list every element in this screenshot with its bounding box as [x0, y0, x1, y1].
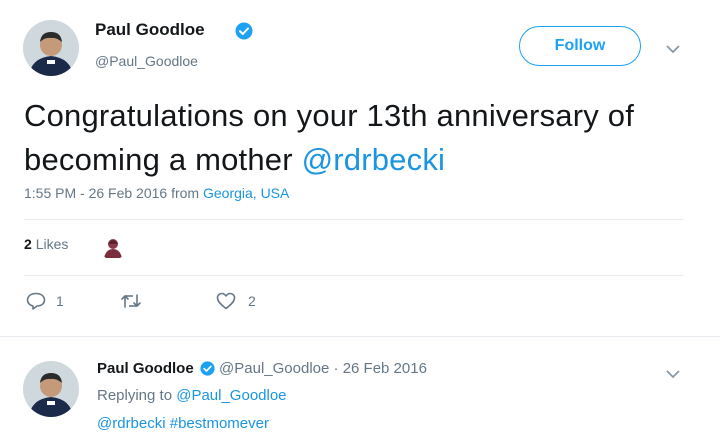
chevron-down-icon[interactable]	[666, 41, 680, 59]
tweet-text: Congratulations on your 13th anniversary…	[24, 94, 704, 182]
likes-count: 2	[24, 236, 32, 252]
divider-thread	[0, 336, 720, 337]
verified-badge-icon	[200, 360, 215, 378]
reply-author-handle[interactable]: @Paul_Goodloe	[219, 360, 329, 377]
reply-author-avatar[interactable]	[23, 361, 79, 417]
replying-handle-link[interactable]: @Paul_Goodloe	[176, 387, 286, 404]
tweet-time[interactable]: 1:55 PM - 26 Feb 2016 from	[24, 185, 203, 201]
reply-hashtag-link[interactable]: #bestmomever	[170, 415, 269, 432]
reply-date[interactable]: 26 Feb 2016	[343, 360, 427, 377]
tweet-mention-link[interactable]: @rdrbecki	[302, 142, 446, 177]
divider-bottom	[24, 275, 684, 276]
reply-text: @rdrbecki #bestmomever	[97, 415, 269, 432]
author-handle[interactable]: @Paul_Goodloe	[95, 53, 198, 69]
retweet-action[interactable]	[120, 293, 142, 309]
reply-icon[interactable]	[26, 292, 46, 310]
heart-icon[interactable]	[216, 292, 236, 310]
retweet-icon[interactable]	[120, 293, 142, 309]
chevron-down-icon[interactable]	[666, 366, 680, 384]
author-avatar[interactable]	[23, 20, 79, 76]
divider-top	[24, 219, 684, 220]
reply-author-name[interactable]: Paul Goodloe	[97, 360, 194, 377]
likes-label: Likes	[35, 236, 69, 252]
reply-count: 1	[56, 293, 64, 309]
author-name[interactable]: Paul Goodloe	[95, 20, 205, 40]
replying-to: Replying to @Paul_Goodloe	[97, 387, 287, 404]
liker-avatar[interactable]	[100, 234, 126, 260]
replying-prefix: Replying to	[97, 387, 177, 404]
like-count: 2	[248, 293, 256, 309]
likes-summary[interactable]: 2 Likes	[24, 236, 68, 252]
reply-separator: ·	[333, 360, 339, 377]
reply-action[interactable]: 1	[26, 292, 64, 310]
follow-button[interactable]: Follow	[519, 26, 641, 66]
reply-header: Paul Goodloe @Paul_Goodloe · 26 Feb 2016	[97, 360, 427, 378]
reply-mention-link[interactable]: @rdrbecki	[97, 415, 166, 432]
like-action[interactable]: 2	[216, 292, 256, 310]
tweet-location-link[interactable]: Georgia, USA	[203, 185, 289, 201]
tweet-timestamp: 1:55 PM - 26 Feb 2016 from Georgia, USA	[24, 185, 289, 201]
verified-badge-icon	[235, 22, 253, 45]
